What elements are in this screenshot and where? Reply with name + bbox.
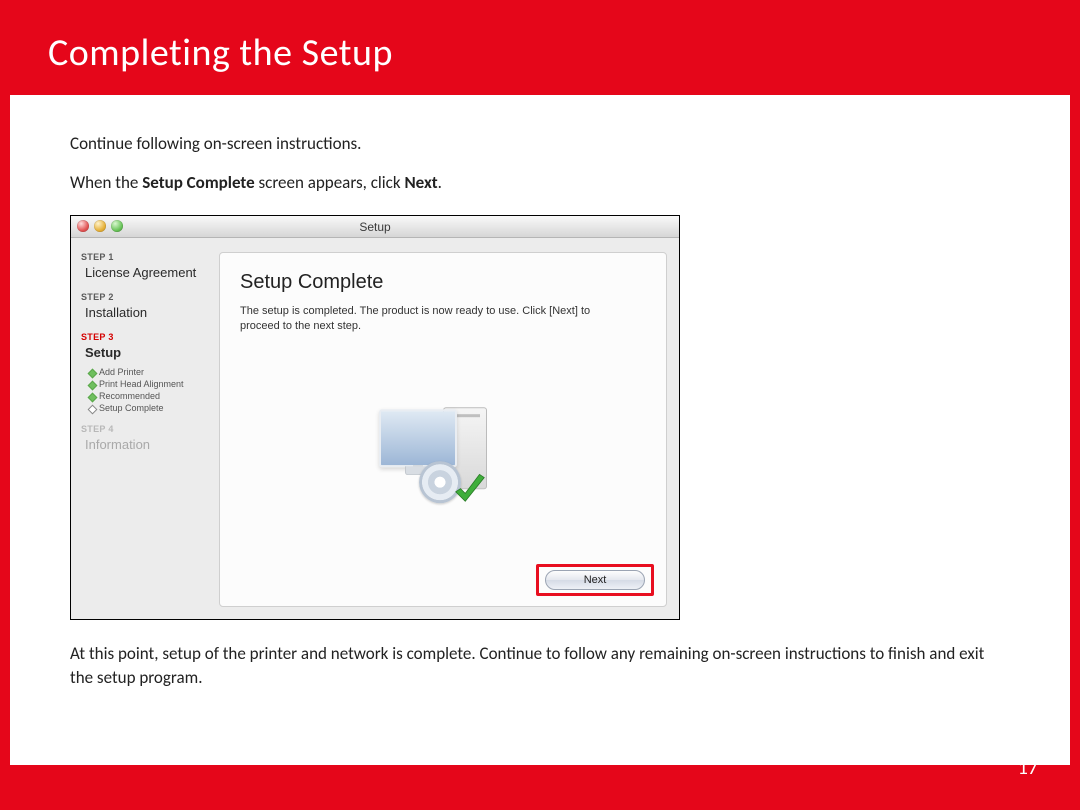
step4-label: STEP 4 — [81, 424, 207, 434]
next-button[interactable]: Next — [545, 570, 645, 590]
step2-label: STEP 2 — [81, 292, 207, 302]
step1-label: STEP 1 — [81, 252, 207, 262]
mac-titlebar: Setup — [71, 216, 679, 238]
window-title: Setup — [359, 220, 390, 234]
slide-body: Continue following on-screen instruction… — [10, 95, 1070, 765]
intro-text-1: Continue following on-screen instruction… — [70, 133, 1010, 154]
setup-dialog-screenshot: Setup STEP 1 License Agreement STEP 2 In… — [70, 215, 680, 620]
intro-bold-2: Next — [404, 172, 437, 193]
substep-add-printer: Add Printer — [89, 366, 207, 378]
step1-title: License Agreement — [85, 265, 207, 280]
page-title: Completing the Setup — [48, 30, 1032, 76]
next-button-highlight: Next — [536, 564, 654, 596]
panel-heading: Setup Complete — [240, 271, 646, 294]
slide-header: Completing the Setup — [0, 0, 1080, 95]
traffic-lights — [77, 220, 123, 232]
intro-pre: When the — [70, 172, 142, 193]
panel-body: The setup is completed. The product is n… — [240, 304, 630, 335]
main-panel: Setup Complete The setup is completed. T… — [219, 252, 667, 607]
close-icon[interactable] — [77, 220, 89, 232]
step2-title: Installation — [85, 305, 207, 320]
page-number: 17 — [1018, 756, 1038, 780]
step4-title: Information — [85, 437, 207, 452]
substep-complete: Setup Complete — [89, 402, 207, 414]
step3-label: STEP 3 — [81, 332, 207, 342]
intro-mid: screen appears, click — [255, 172, 405, 193]
outro-text: At this point, setup of the printer and … — [70, 642, 1010, 690]
minimize-icon[interactable] — [94, 220, 106, 232]
zoom-icon[interactable] — [111, 220, 123, 232]
intro-bold-1: Setup Complete — [142, 172, 254, 193]
checkmark-icon — [451, 471, 489, 509]
step-sidebar: STEP 1 License Agreement STEP 2 Installa… — [71, 238, 213, 619]
intro-text-2: When the Setup Complete screen appears, … — [70, 172, 1010, 193]
step3-substeps: Add Printer Print Head Alignment Recomme… — [89, 366, 207, 414]
substep-alignment: Print Head Alignment — [89, 378, 207, 390]
intro-post: . — [438, 172, 442, 193]
monitor-icon — [379, 409, 457, 467]
dialog-body: STEP 1 License Agreement STEP 2 Installa… — [71, 238, 679, 619]
setup-complete-illustration — [373, 395, 513, 505]
substep-recommended: Recommended — [89, 390, 207, 402]
step3-title: Setup — [85, 345, 207, 360]
